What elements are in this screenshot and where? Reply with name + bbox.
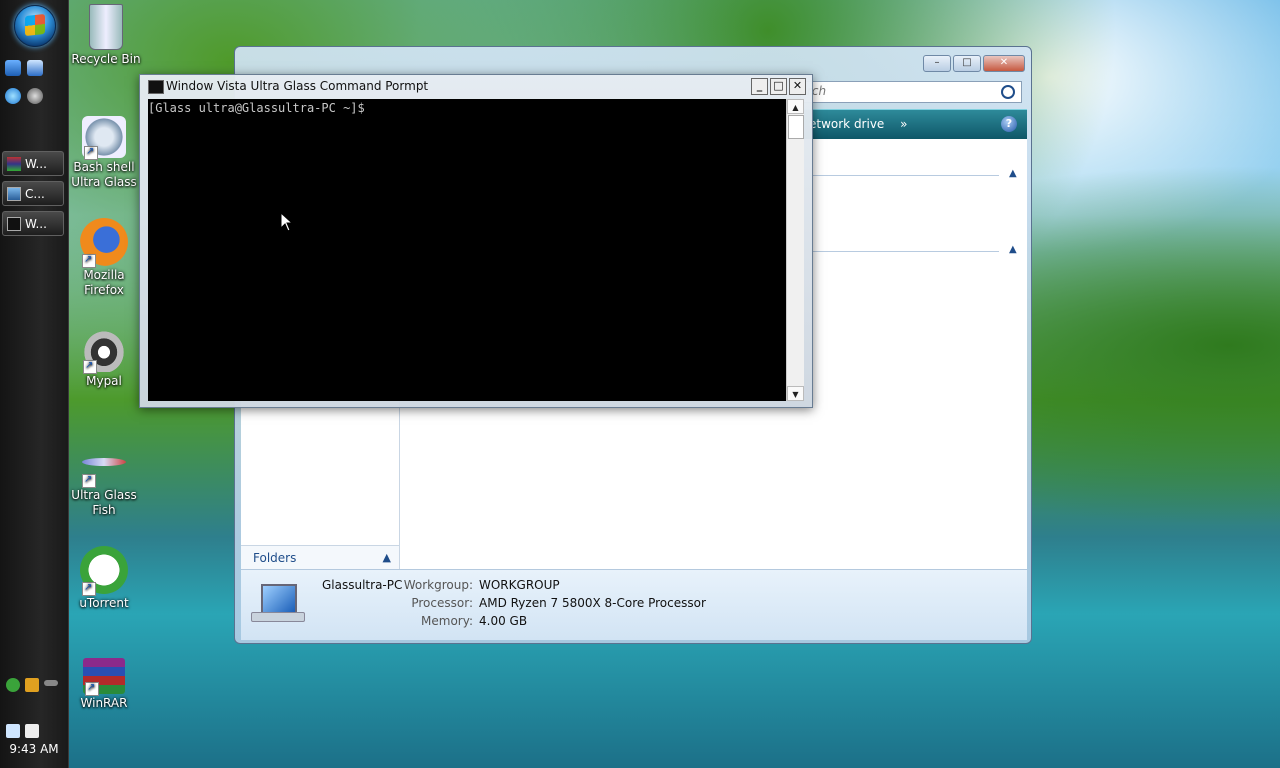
shield-icon[interactable] [25, 678, 39, 692]
desktop-icon-mypal[interactable]: Mypal [64, 328, 144, 389]
workgroup-value: WORKGROUP [479, 578, 560, 592]
computer-icon [7, 186, 21, 201]
utorrent-tray-icon[interactable] [6, 678, 20, 692]
shell-prompt: [Glass ultra@Glassultra-PC ~]$ [148, 101, 365, 115]
window-title: Window Vista Ultra Glass Command Pormpt [166, 79, 429, 93]
gear-icon [82, 116, 126, 160]
shortcut-arrow-icon [82, 472, 96, 488]
computer-icon [251, 582, 305, 624]
desktop-icon-winrar[interactable]: WinRAR [64, 658, 144, 711]
details-pane: Glassultra-PC Workgroup: WORKGROUP Proce… [241, 569, 1027, 640]
start-button[interactable] [14, 5, 56, 47]
close-button[interactable]: ✕ [789, 78, 806, 95]
minimize-button[interactable]: _ [751, 78, 768, 95]
volume-muted-icon[interactable] [25, 724, 39, 738]
network-icon[interactable] [6, 724, 20, 738]
collapse-chevron-icon[interactable]: ▲ [1009, 168, 1017, 179]
desktop-icon-bash-shell[interactable]: Bash shell Ultra Glass [64, 116, 144, 190]
windows-logo-icon [25, 13, 45, 37]
command-prompt-window: Window Vista Ultra Glass Command Pormpt … [139, 74, 813, 408]
search-icon[interactable] [1001, 85, 1015, 99]
shortcut-arrow-icon [83, 358, 97, 374]
shortcut-arrow-icon [82, 580, 96, 596]
utorrent-icon [80, 546, 128, 596]
mouse-cursor-icon [280, 212, 292, 232]
raccoon-icon [81, 328, 127, 374]
winrar-icon [83, 658, 125, 696]
internet-explorer-icon[interactable] [5, 88, 21, 104]
more-commands-icon[interactable]: » [900, 117, 907, 131]
window-controls: – □ ✕ [923, 55, 1025, 72]
taskbar: W... C... W... 9:43 AM [0, 0, 69, 768]
memory-value: 4.00 GB [479, 614, 528, 628]
raccoon-quicklaunch-icon[interactable] [27, 88, 43, 104]
scroll-down-arrow-icon[interactable]: ▼ [787, 386, 804, 401]
show-desktop-icon[interactable] [5, 60, 21, 76]
maximize-button[interactable]: □ [953, 55, 981, 72]
computer-name: Glassultra-PC [322, 578, 403, 592]
vertical-scrollbar[interactable]: ▲ ▼ [786, 99, 804, 401]
desktop-icon-utorrent[interactable]: uTorrent [64, 546, 144, 611]
firefox-icon [80, 218, 128, 268]
group-divider [811, 175, 999, 176]
terminal-icon [7, 216, 21, 231]
taskbar-button-computer[interactable]: C... [2, 181, 64, 206]
shortcut-arrow-icon [82, 252, 96, 268]
desktop-icon-recycle-bin[interactable]: Recycle Bin [66, 4, 146, 67]
collapse-chevron-icon[interactable]: ▲ [1009, 244, 1017, 255]
recycle-bin-icon [89, 4, 123, 50]
scroll-thumb[interactable] [788, 115, 804, 139]
maximize-button[interactable]: □ [770, 78, 787, 95]
taskbar-button-winrar[interactable]: W... [2, 151, 64, 176]
group-divider [811, 251, 999, 252]
folders-toggle[interactable]: Folders ▲ [241, 545, 399, 569]
clock[interactable]: 9:43 AM [0, 742, 68, 756]
window-controls: _ □ ✕ [751, 78, 806, 95]
desktop-icon-ultra-glass-fish[interactable]: Ultra Glass Fish [64, 452, 144, 518]
taskbar-button-terminal[interactable]: W... [2, 211, 64, 236]
scroll-up-arrow-icon[interactable]: ▲ [787, 99, 804, 114]
minimize-button[interactable]: – [923, 55, 951, 72]
terminal-area[interactable]: [Glass ultra@Glassultra-PC ~]$ [148, 99, 788, 401]
help-icon[interactable]: ? [1001, 116, 1017, 132]
desktop-icon-firefox[interactable]: Mozilla Firefox [64, 218, 144, 298]
fish-icon [80, 452, 128, 488]
shortcut-arrow-icon [85, 680, 99, 696]
terminal-icon [148, 80, 164, 94]
fish-tray-icon[interactable] [44, 680, 58, 686]
winrar-icon [7, 156, 21, 171]
search-input[interactable]: rch [800, 81, 1022, 103]
close-button[interactable]: ✕ [983, 55, 1025, 72]
switch-windows-icon[interactable] [27, 60, 43, 76]
shortcut-arrow-icon [84, 144, 98, 160]
chevron-up-icon: ▲ [382, 551, 391, 564]
map-network-drive-button[interactable]: etwork drive » [809, 117, 907, 131]
processor-value: AMD Ryzen 7 5800X 8-Core Processor [479, 596, 706, 610]
